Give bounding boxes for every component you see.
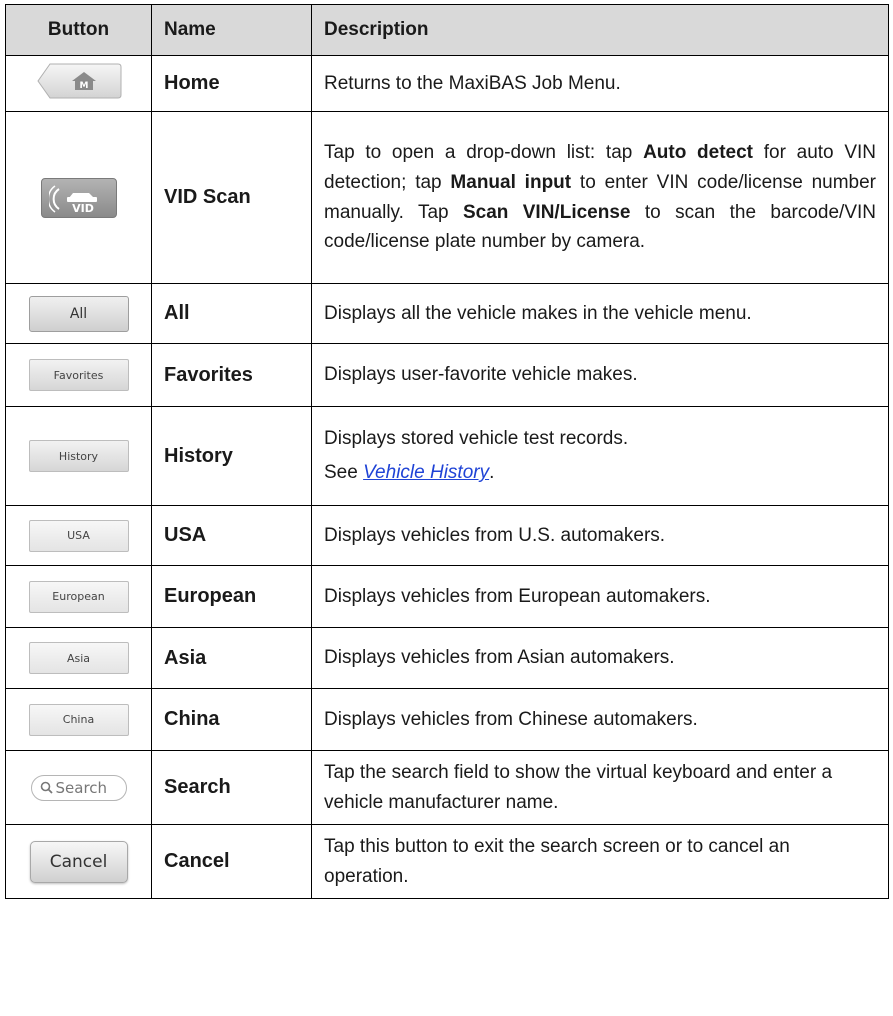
all-button[interactable]: All [28,295,129,332]
button-cell: Search [5,750,152,825]
row-description: Displays user-favorite vehicle makes. [311,343,889,407]
history-button[interactable]: History [28,440,129,472]
cancel-button[interactable]: Cancel [29,840,128,883]
table-row: Favorites Favorites Displays user-favori… [5,343,889,407]
button-cell: USA [5,505,152,566]
row-description: Tap the search field to show the virtual… [311,750,889,825]
table-row: China China Displays vehicles from Chine… [5,688,889,751]
row-description: Displays all the vehicle makes in the ve… [311,283,889,344]
see-suffix: . [489,462,495,483]
china-button[interactable]: China [28,703,129,736]
button-cell: M [5,55,152,112]
desc-text: Tap to open a drop-down list: tap [324,142,644,164]
button-cell: History [5,406,152,506]
row-name: China [151,688,312,751]
button-cell: European [5,565,152,628]
row-name: History [151,406,312,506]
svg-text:VID: VID [72,202,94,213]
row-name: Search [151,750,312,825]
desc-bold-scan-vin: Scan VIN/License [462,201,631,223]
search-placeholder: Search [55,778,108,797]
table-row: Cancel Cancel Tap this button to exit th… [5,824,889,899]
favorites-button[interactable]: Favorites [28,359,129,391]
search-field[interactable]: Search [30,774,127,801]
row-name: Asia [151,627,312,689]
row-name: Cancel [151,824,312,899]
row-description: Returns to the MaxiBAS Job Menu. [311,55,889,112]
desc-bold-auto-detect: Auto detect [643,142,754,164]
row-name: USA [151,505,312,566]
european-button[interactable]: European [28,580,129,613]
row-name: Favorites [151,343,312,407]
home-icon[interactable]: M [36,62,122,100]
asia-button[interactable]: Asia [28,642,129,674]
usa-button[interactable]: USA [28,519,129,552]
desc-line: Displays stored vehicle test records. [324,428,629,450]
button-cell: China [5,688,152,751]
search-icon [40,781,53,794]
button-cell: Cancel [5,824,152,899]
vehicle-history-link[interactable]: Vehicle History [363,462,489,483]
table-row: VID VID Scan Tap to open a drop-down lis… [5,111,889,284]
table-row: European European Displays vehicles from… [5,565,889,628]
button-description-table: Button Name Description M Home Returns t… [5,4,889,899]
vid-scan-icon[interactable]: VID [40,177,117,218]
svg-text:M: M [79,81,88,91]
row-description: Displays vehicles from European automake… [311,565,889,628]
row-name: European [151,565,312,628]
table-row: Search Search Tap the search field to sh… [5,750,889,825]
header-name: Name [151,4,312,56]
header-button: Button [5,4,152,56]
row-name: VID Scan [151,111,312,284]
button-cell: VID [5,111,152,284]
row-description: Displays stored vehicle test records. Se… [311,406,889,506]
button-cell: Asia [5,627,152,689]
see-prefix: See [324,462,364,483]
row-description: Displays vehicles from U.S. automakers. [311,505,889,566]
table-row: M Home Returns to the MaxiBAS Job Menu. [5,55,889,112]
row-name: All [151,283,312,344]
header-description: Description [311,4,889,56]
table-row: Asia Asia Displays vehicles from Asian a… [5,627,889,689]
table-row: History History Displays stored vehicle … [5,406,889,506]
desc-bold-manual-input: Manual input [450,171,572,193]
button-cell: All [5,283,152,344]
table-header-row: Button Name Description [5,4,889,56]
row-description: Tap this button to exit the search scree… [311,824,889,899]
row-name: Home [151,55,312,112]
table-row: USA USA Displays vehicles from U.S. auto… [5,505,889,566]
row-description: Displays vehicles from Chinese automaker… [311,688,889,751]
table-row: All All Displays all the vehicle makes i… [5,283,889,344]
row-description: Displays vehicles from Asian automakers. [311,627,889,689]
see-also: See Vehicle History. [324,458,876,488]
button-cell: Favorites [5,343,152,407]
row-description: Tap to open a drop-down list: tap Auto d… [311,111,889,284]
